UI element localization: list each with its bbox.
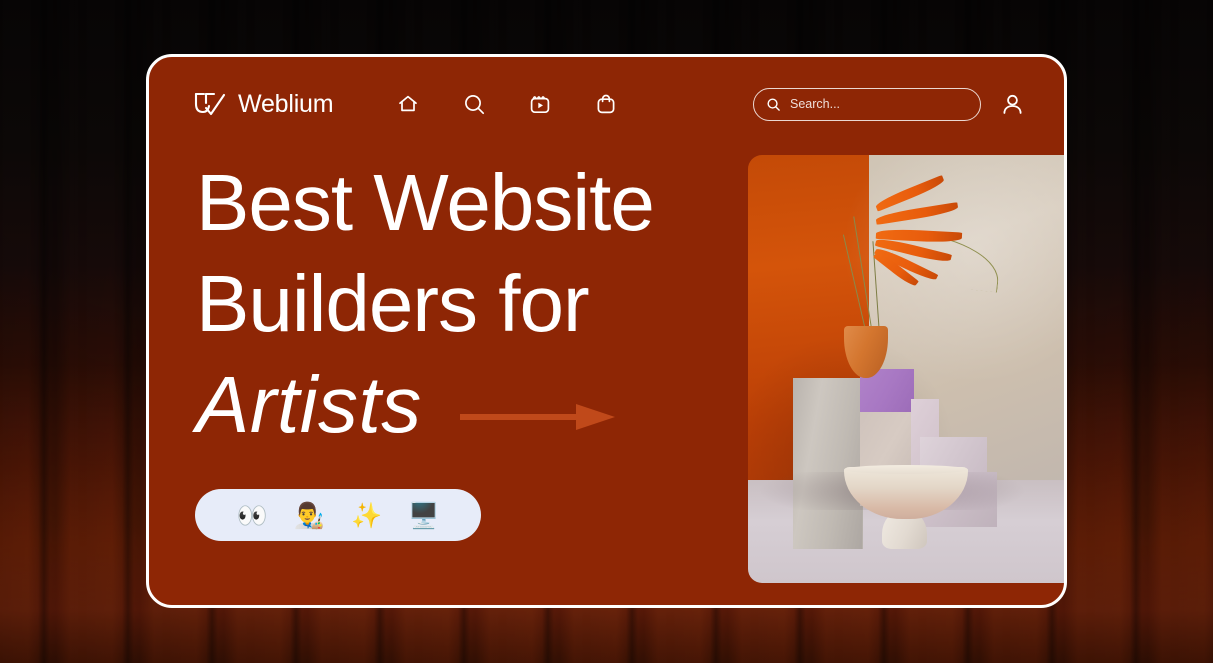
- right-arrow-icon: [458, 354, 618, 455]
- headline-artists-word: Artists: [196, 360, 422, 449]
- nav-right-group: [753, 87, 1026, 121]
- nav-item-videos[interactable]: [527, 91, 553, 117]
- artist-emoji: 👨‍🎨: [293, 500, 325, 530]
- shopping-bag-icon: [594, 92, 618, 116]
- nav-icon-group: [395, 91, 619, 117]
- user-account-icon[interactable]: [999, 91, 1026, 118]
- headline-line-3: Artists: [196, 354, 654, 455]
- hero-headline: Best Website Builders for Artists: [196, 152, 655, 455]
- image-stone-slab: [792, 377, 863, 549]
- desktop-computer-emoji: 🖥️: [408, 500, 440, 530]
- hero-still-life-image: [748, 155, 1064, 583]
- search-icon: [766, 97, 781, 112]
- nav-item-search[interactable]: [461, 91, 487, 117]
- search-icon: [462, 92, 487, 117]
- weblium-checkmark-logo-icon: [193, 91, 227, 117]
- search-box[interactable]: [753, 87, 981, 121]
- brand-name-label: Weblium: [238, 89, 334, 118]
- hero-card: Weblium Search... Best Website Builders …: [146, 54, 1067, 608]
- nav-item-shop[interactable]: [593, 91, 619, 117]
- headline-line-1: Best Website: [196, 158, 655, 247]
- top-navigation-bar: Weblium: [149, 57, 1064, 151]
- search-input[interactable]: [790, 97, 968, 111]
- eyes-emoji: 👀: [236, 500, 268, 530]
- home-icon: [396, 92, 420, 116]
- brand-logo[interactable]: Weblium: [193, 89, 334, 119]
- headline-line-2: Builders for: [196, 259, 590, 348]
- nav-item-home[interactable]: [395, 91, 421, 117]
- page-backdrop: Weblium Search... Best Website Builders …: [0, 0, 1213, 663]
- sparkles-emoji: ✨: [351, 500, 383, 530]
- video-reels-icon: [528, 92, 552, 116]
- emoji-pill: 👀 👨‍🎨 ✨ 🖥️: [195, 489, 481, 541]
